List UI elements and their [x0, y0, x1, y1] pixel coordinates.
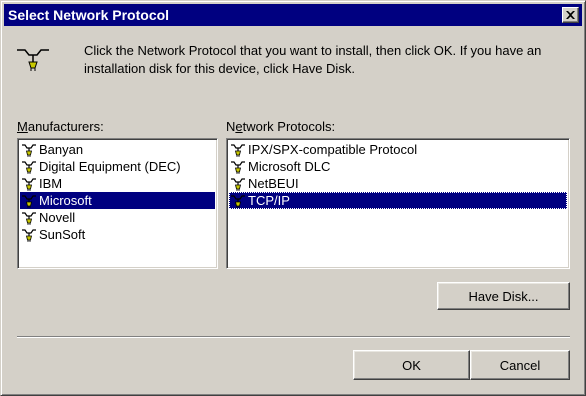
manufacturer-item-label: Banyan [39, 142, 84, 157]
manufacturer-item[interactable]: Novell [20, 209, 215, 226]
protocol-icon [231, 194, 245, 208]
protocol-item[interactable]: TCP/IP [229, 192, 567, 209]
window-title: Select Network Protocol [8, 7, 170, 23]
protocols-label-first: N [226, 119, 236, 134]
protocol-item[interactable]: IPX/SPX-compatible Protocol [229, 141, 567, 158]
separator [17, 336, 570, 338]
manufacturer-item[interactable]: Microsoft [20, 192, 215, 209]
protocol-item-label: NetBEUI [248, 176, 299, 191]
have-disk-label: Have Disk... [468, 288, 539, 304]
manufacturers-label: Manufacturers: [17, 119, 104, 134]
protocol-icon [22, 228, 36, 242]
protocol-item-label: Microsoft DLC [248, 159, 331, 174]
protocol-item-label: IPX/SPX-compatible Protocol [248, 142, 418, 157]
manufacturer-item-label: IBM [39, 176, 63, 191]
protocol-icon [22, 177, 36, 191]
manufacturers-mnemonic: M [17, 119, 28, 134]
manufacturers-label-rest: anufacturers: [27, 119, 104, 134]
manufacturer-item[interactable]: Digital Equipment (DEC) [20, 158, 215, 175]
protocol-item[interactable]: NetBEUI [229, 175, 567, 192]
protocols-label-rest: twork Protocols: [242, 119, 336, 134]
dialog-window: Select Network Protocol Click the Networ… [0, 0, 586, 396]
instructions-text: Click the Network Protocol that you want… [84, 43, 542, 76]
cancel-button[interactable]: Cancel [470, 350, 570, 380]
protocols-listbox[interactable]: IPX/SPX-compatible Protocol Microsoft DLC… [226, 138, 570, 269]
ok-label: OK [402, 357, 421, 373]
close-button[interactable] [562, 7, 579, 23]
manufacturer-item[interactable]: IBM [20, 175, 215, 192]
have-disk-button[interactable]: Have Disk... [437, 282, 570, 310]
protocol-item[interactable]: Microsoft DLC [229, 158, 567, 175]
protocols-mnemonic: e [235, 119, 243, 134]
protocol-icon [22, 211, 36, 225]
manufacturer-item-label: SunSoft [39, 227, 86, 242]
manufacturer-item[interactable]: Banyan [20, 141, 215, 158]
protocols-label: Network Protocols: [226, 119, 335, 134]
protocol-icon [22, 143, 36, 157]
manufacturer-item-label: Microsoft [39, 193, 92, 208]
manufacturer-item-label: Digital Equipment (DEC) [39, 159, 181, 174]
cancel-label: Cancel [499, 357, 541, 373]
protocol-icon [22, 160, 36, 174]
manufacturer-item[interactable]: SunSoft [20, 226, 215, 243]
network-protocol-icon [17, 49, 49, 71]
close-icon [566, 11, 575, 19]
manufacturers-listbox[interactable]: Banyan Digital Equipment (DEC) IBM Microsof… [17, 138, 218, 269]
protocol-icon [231, 143, 245, 157]
protocol-icon [231, 177, 245, 191]
manufacturer-item-label: Novell [39, 210, 76, 225]
protocol-item-label: TCP/IP [248, 193, 290, 208]
protocol-icon [22, 194, 36, 208]
title-bar[interactable]: Select Network Protocol [4, 4, 582, 26]
protocol-icon [231, 160, 245, 174]
ok-button[interactable]: OK [353, 350, 470, 380]
